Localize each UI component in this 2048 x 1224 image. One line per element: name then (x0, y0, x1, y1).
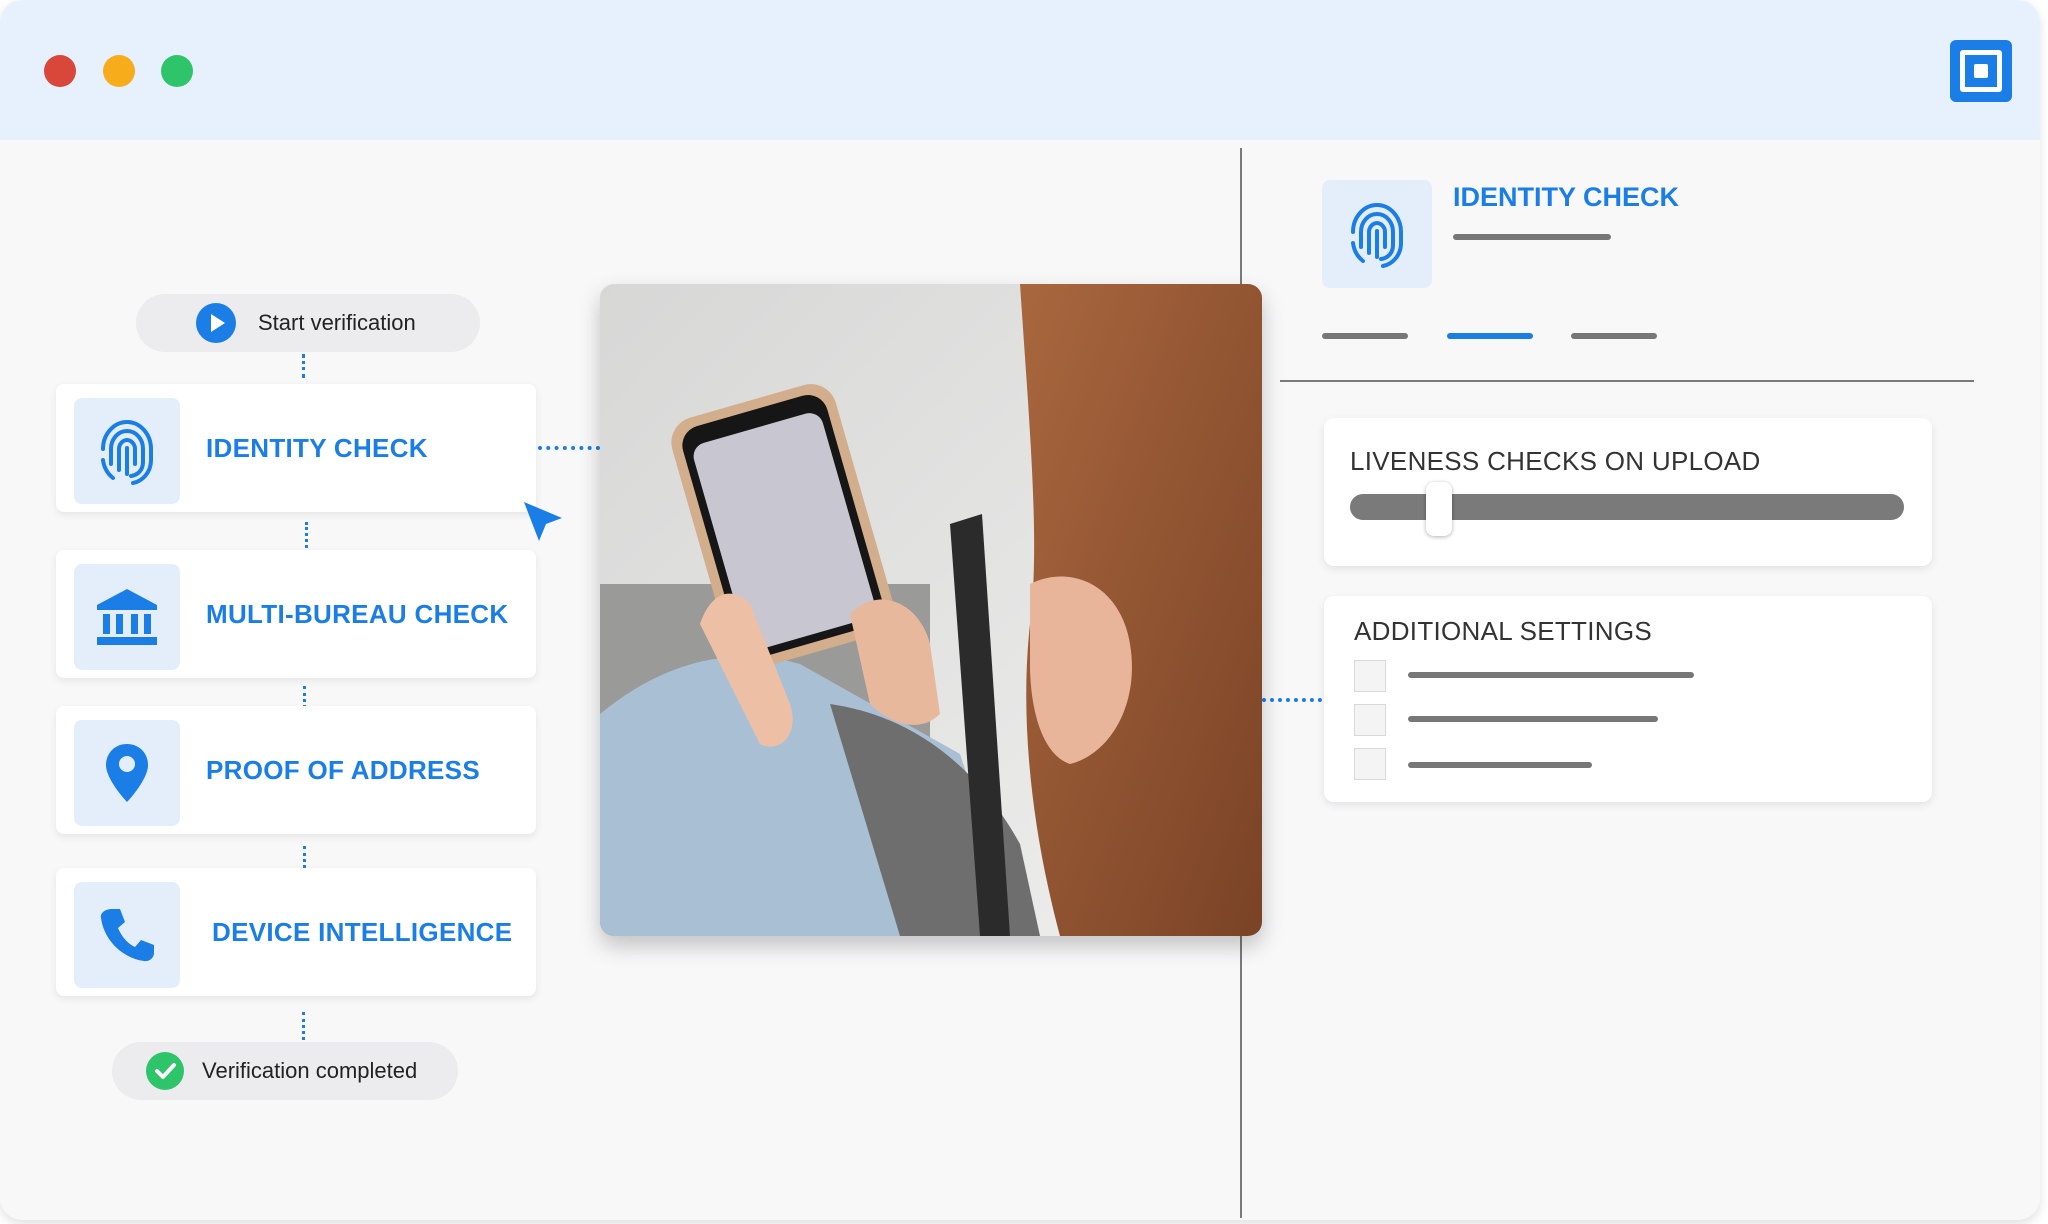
setting-checkbox[interactable] (1354, 704, 1386, 736)
fingerprint-icon (74, 398, 180, 504)
start-verification-pill[interactable]: Start verification (136, 294, 480, 352)
setting-label-placeholder (1408, 762, 1592, 768)
setting-checkbox[interactable] (1354, 660, 1386, 692)
minimize-light[interactable] (103, 55, 135, 87)
setting-label-placeholder (1408, 716, 1658, 722)
tab-1[interactable] (1322, 333, 1408, 339)
liveness-title: LIVENESS CHECKS ON UPLOAD (1350, 446, 1761, 476)
step-proof-of-address[interactable]: PROOF OF ADDRESS (56, 706, 536, 834)
subtitle-placeholder-bar (1453, 234, 1611, 240)
verification-completed-label: Verification completed (202, 1058, 418, 1083)
connector (303, 686, 306, 708)
title-bar (0, 0, 2040, 140)
tab-2-active[interactable] (1447, 333, 1533, 339)
setting-label-placeholder (1408, 672, 1694, 678)
bank-icon (74, 564, 180, 670)
step-identity-check[interactable]: IDENTITY CHECK (56, 384, 536, 512)
step-label: DEVICE INTELLIGENCE (212, 916, 513, 947)
additional-settings-card: ADDITIONAL SETTINGS (1324, 596, 1932, 802)
connector (538, 446, 600, 450)
phone-icon (74, 882, 180, 988)
step-device-intelligence[interactable]: DEVICE INTELLIGENCE (56, 868, 536, 996)
check-circle-icon (146, 1052, 184, 1090)
close-light[interactable] (44, 55, 76, 87)
map-pin-icon (74, 720, 180, 826)
verification-completed-pill: Verification completed (112, 1042, 458, 1100)
zoom-light[interactable] (161, 55, 193, 87)
app-icon-center (1974, 64, 1988, 78)
panel-title: IDENTITY CHECK (1453, 182, 1680, 212)
person-holding-phone-photo (600, 284, 1262, 936)
additional-settings-title: ADDITIONAL SETTINGS (1354, 616, 1652, 646)
connector (302, 1012, 305, 1040)
tab-3[interactable] (1571, 333, 1657, 339)
app-window: Start verification IDENTITY CHECK MULTI-… (0, 0, 2040, 1220)
liveness-card: LIVENESS CHECKS ON UPLOAD (1324, 418, 1932, 566)
connector (1262, 698, 1322, 702)
connector (303, 846, 306, 868)
step-label: PROOF OF ADDRESS (206, 754, 480, 785)
cursor-arrow-icon (524, 502, 562, 541)
fingerprint-icon (1322, 180, 1432, 288)
square-target-icon[interactable] (1950, 40, 2012, 102)
setting-checkbox[interactable] (1354, 748, 1386, 780)
start-verification-label: Start verification (258, 310, 416, 335)
step-multi-bureau-check[interactable]: MULTI-BUREAU CHECK (56, 550, 536, 678)
play-icon (196, 303, 236, 343)
connector (302, 354, 305, 378)
connector (305, 522, 308, 548)
liveness-slider-thumb[interactable] (1426, 482, 1452, 536)
tab-divider (1280, 380, 1974, 382)
step-label: IDENTITY CHECK (206, 432, 428, 463)
step-label: MULTI-BUREAU CHECK (206, 598, 509, 629)
